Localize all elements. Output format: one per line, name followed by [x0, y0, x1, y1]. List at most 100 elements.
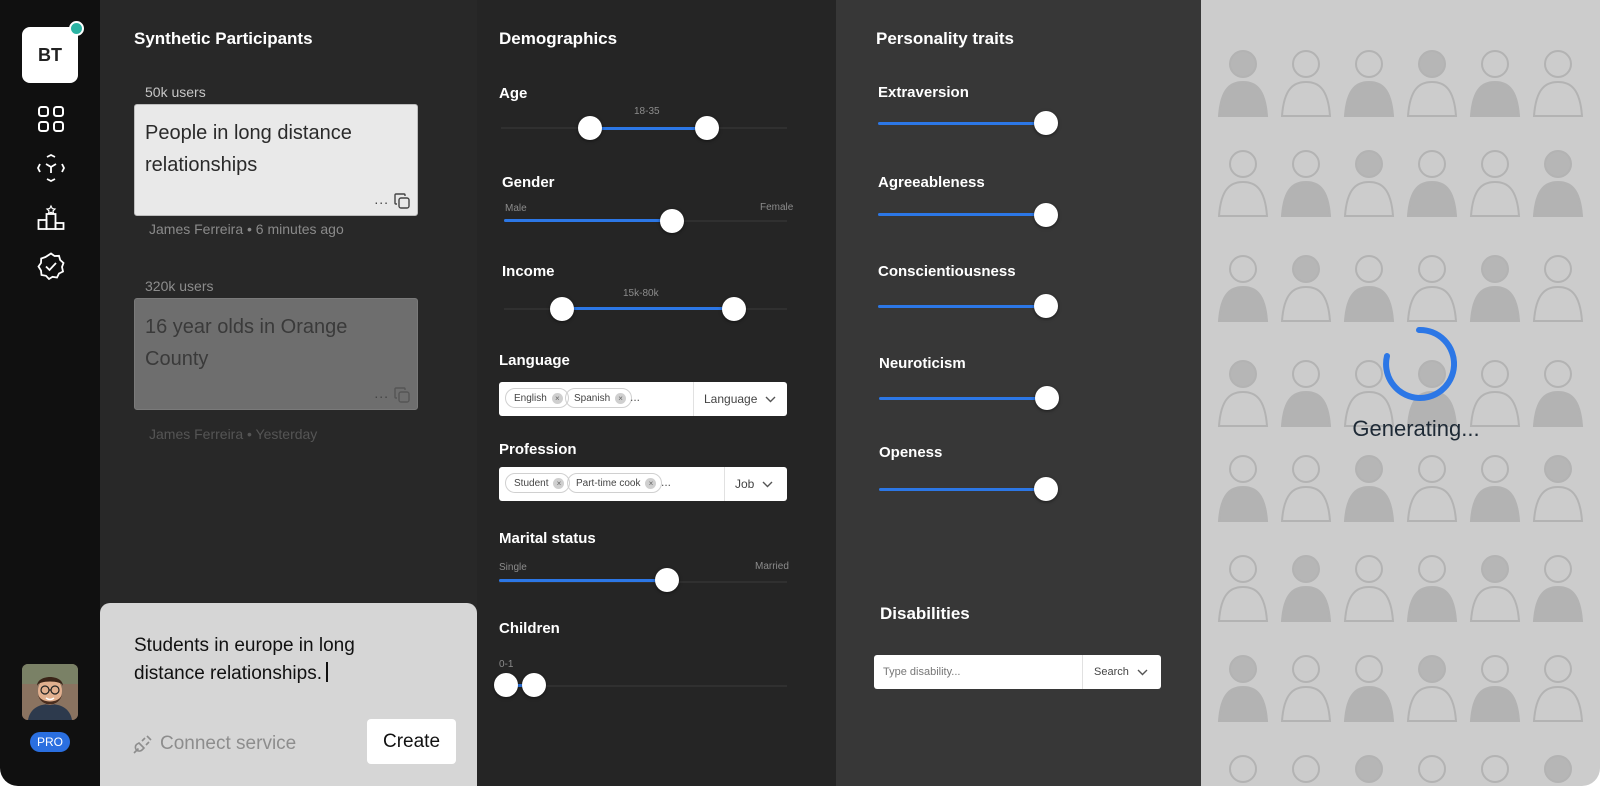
- age-slider-fill: [589, 127, 706, 130]
- person-illustration: [1532, 655, 1584, 722]
- person-illustration: [1355, 755, 1383, 786]
- conscientiousness-handle[interactable]: [1034, 294, 1058, 318]
- create-button[interactable]: Create: [367, 719, 456, 764]
- language-dropdown[interactable]: Language: [704, 382, 776, 416]
- person-illustration: [1292, 755, 1320, 786]
- chip-label: English: [514, 392, 547, 404]
- income-max-handle[interactable]: [722, 297, 746, 321]
- disabilities-title: Disabilities: [880, 604, 970, 623]
- marital-max-label: Married: [755, 561, 789, 572]
- participants-panel: Synthetic Participants 50k users People …: [100, 0, 477, 786]
- language-label: Language: [499, 352, 570, 369]
- person-illustration: [1406, 50, 1458, 117]
- neuroticism-slider[interactable]: [879, 397, 1051, 400]
- gender-label: Gender: [502, 174, 555, 191]
- more-chips-indicator: ...: [630, 390, 641, 404]
- personality-panel: Personality traits Extraversion Agreeabl…: [836, 0, 1201, 786]
- job-dropdown[interactable]: Job: [735, 467, 773, 501]
- trait-label: Agreeableness: [878, 174, 985, 191]
- prompt-composer: Students in europe in long distance rela…: [100, 603, 477, 786]
- children-range-text: 0-1: [499, 659, 514, 670]
- dropdown-divider: [1082, 655, 1083, 689]
- connect-service-label: Connect service: [160, 733, 297, 754]
- copy-icon[interactable]: [394, 387, 410, 403]
- person-illustration: [1469, 455, 1521, 522]
- extraversion-handle[interactable]: [1034, 111, 1058, 135]
- person-illustration: [1544, 755, 1572, 786]
- generating-status: Generating...: [1352, 416, 1480, 441]
- person-illustration: [1469, 50, 1521, 117]
- person-illustration: [1406, 150, 1458, 217]
- person-illustration: [1217, 150, 1269, 217]
- workspace-logo[interactable]: BT: [22, 21, 84, 83]
- remove-chip-icon[interactable]: ×: [553, 477, 565, 489]
- openess-slider[interactable]: [879, 488, 1051, 491]
- segment-card[interactable]: People in long distance relationships ..…: [134, 104, 418, 216]
- neuroticism-handle[interactable]: [1035, 386, 1059, 410]
- age-min-handle[interactable]: [578, 116, 602, 140]
- more-chips-indicator: ...: [661, 475, 672, 489]
- agreeableness-handle[interactable]: [1034, 203, 1058, 227]
- person-illustration: [1532, 455, 1584, 522]
- children-min-handle[interactable]: [494, 673, 518, 697]
- profession-chip: Part-time cook ×: [567, 473, 663, 493]
- verified-badge-icon[interactable]: [36, 251, 66, 281]
- children-label: Children: [499, 620, 560, 637]
- participants-title: Synthetic Participants: [134, 29, 313, 48]
- disability-search-dropdown[interactable]: Search: [1094, 655, 1148, 689]
- person-illustration: [1406, 455, 1458, 522]
- marital-slider-fill: [499, 579, 666, 582]
- scan-icon[interactable]: [36, 153, 66, 183]
- extraversion-slider[interactable]: [878, 122, 1050, 125]
- person-illustration: [1280, 150, 1332, 217]
- pro-badge: PRO: [30, 732, 70, 752]
- demographics-title: Demographics: [499, 29, 618, 48]
- segment-meta: James Ferreira • Yesterday: [149, 426, 318, 442]
- segment-meta: James Ferreira • 6 minutes ago: [149, 221, 344, 237]
- age-max-handle[interactable]: [695, 116, 719, 140]
- podium-icon[interactable]: [36, 202, 66, 232]
- grid-icon[interactable]: [36, 104, 66, 134]
- segment-card[interactable]: 16 year olds in Orange County ...: [134, 298, 418, 410]
- personality-title: Personality traits: [876, 29, 1014, 48]
- conscientiousness-slider[interactable]: [878, 305, 1050, 308]
- openess-handle[interactable]: [1034, 477, 1058, 501]
- segment-text: People in long distance relationships: [145, 122, 352, 176]
- chevron-down-icon: [1137, 669, 1148, 675]
- dropdown-divider: [724, 467, 725, 501]
- children-max-handle[interactable]: [522, 673, 546, 697]
- person-illustration: [1280, 655, 1332, 722]
- user-avatar[interactable]: [22, 664, 78, 720]
- remove-chip-icon[interactable]: ×: [615, 392, 627, 404]
- segment-users-count: 320k users: [145, 278, 214, 294]
- person-illustration: [1343, 655, 1395, 722]
- agreeableness-slider[interactable]: [878, 213, 1050, 216]
- marital-handle[interactable]: [655, 568, 679, 592]
- profession-multiselect[interactable]: Student × Part-time cook × ... Job: [499, 467, 787, 501]
- trait-label: Openess: [879, 444, 943, 461]
- income-min-handle[interactable]: [550, 297, 574, 321]
- trait-label: Neuroticism: [879, 355, 966, 372]
- remove-chip-icon[interactable]: ×: [645, 477, 657, 489]
- dropdown-label: Search: [1094, 666, 1129, 678]
- gender-handle[interactable]: [660, 209, 684, 233]
- gender-max-label: Female: [760, 202, 794, 213]
- prompt-input[interactable]: Students in europe in long distance rela…: [134, 632, 394, 688]
- disability-input[interactable]: [874, 655, 1092, 689]
- person-illustration: [1469, 555, 1521, 622]
- dropdown-label: Job: [735, 477, 755, 491]
- copy-icon[interactable]: [394, 193, 410, 209]
- connect-service-button[interactable]: Connect service: [132, 733, 296, 755]
- age-range-text: 18-35: [634, 106, 660, 117]
- remove-chip-icon[interactable]: ×: [551, 392, 563, 404]
- language-multiselect[interactable]: English × Spanish × ... Language: [499, 382, 787, 416]
- person-illustration: [1469, 655, 1521, 722]
- person-illustration: [1532, 555, 1584, 622]
- person-illustration: [1280, 555, 1332, 622]
- more-options-button[interactable]: ...: [374, 191, 389, 207]
- age-label: Age: [499, 85, 528, 102]
- person-illustration: [1418, 755, 1446, 786]
- more-options-button[interactable]: ...: [374, 385, 389, 401]
- person-illustration: [1343, 455, 1395, 522]
- chip-label: Spanish: [574, 392, 611, 404]
